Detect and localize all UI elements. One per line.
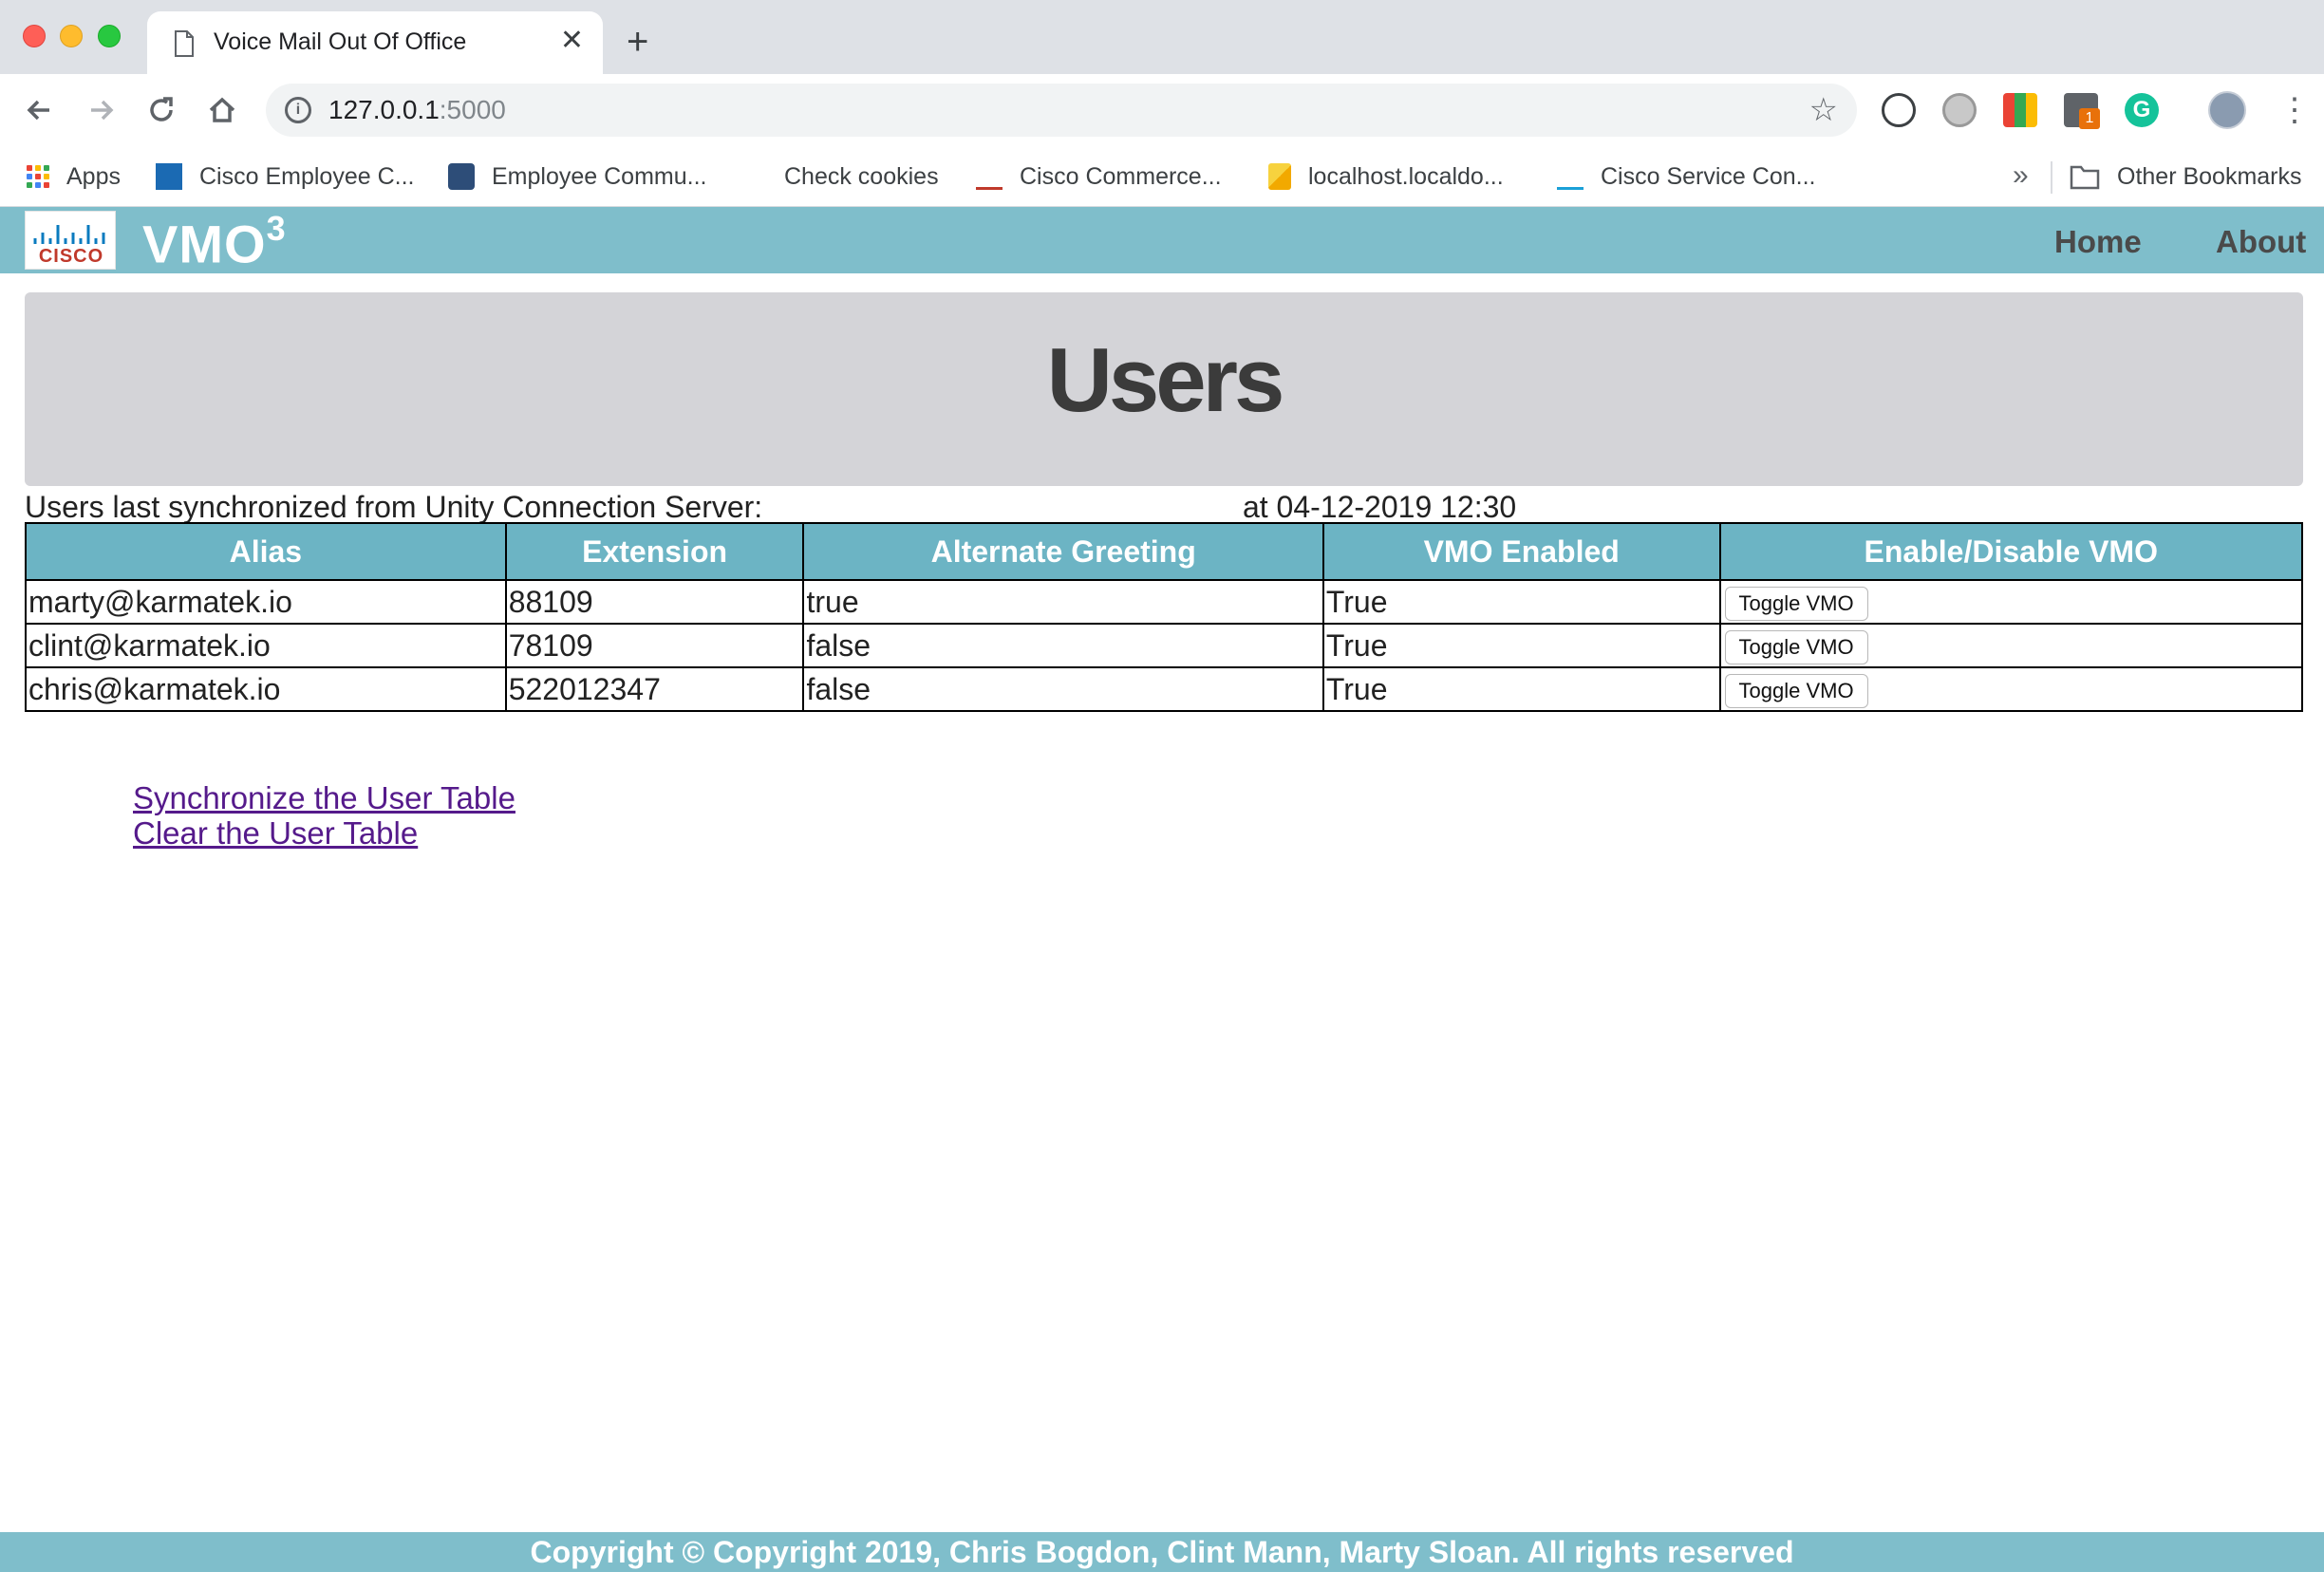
folder-yellow-icon [1268, 163, 1291, 190]
sync-status-time: at 04-12-2019 12:30 [1242, 490, 1517, 524]
cell-alternate-greeting: false [802, 623, 1324, 668]
cell-vmo-enabled: True [1321, 623, 1721, 668]
house-icon [448, 163, 475, 190]
site-info-icon[interactable]: i [285, 97, 311, 123]
toggle-vmo-button[interactable]: Toggle VMO [1724, 674, 1868, 708]
bookmark-employee-commu[interactable]: Employee Commu... [448, 159, 706, 194]
toggle-vmo-button[interactable]: Toggle VMO [1724, 587, 1868, 621]
extension-grey-icon[interactable] [1942, 93, 1977, 127]
cell-action: Toggle VMO [1718, 623, 2303, 668]
bookmark-apps[interactable]: Apps [27, 159, 121, 194]
cell-vmo-enabled: True [1321, 579, 1721, 625]
forward-arrow-icon[interactable] [82, 91, 120, 129]
apps-grid-icon [27, 165, 49, 188]
cell-alias: chris@karmatek.io [25, 666, 507, 712]
browser-menu-icon[interactable]: ⋮ [2278, 91, 2311, 129]
extension-badge: 1 [2079, 108, 2100, 129]
nav-home-link[interactable]: Home [2054, 224, 2142, 260]
nav-about-link[interactable]: About [2216, 224, 2306, 260]
bookmark-cisco-employee[interactable]: Cisco Employee C... [156, 159, 414, 194]
home-icon[interactable] [203, 91, 241, 129]
cell-action: Toggle VMO [1718, 666, 2303, 712]
tab-strip: Voice Mail Out Of Office ✕ + [0, 0, 2324, 74]
sync-status: Users last synchronized from Unity Conne… [25, 490, 1516, 525]
cell-alternate-greeting: false [802, 666, 1324, 712]
column-header-alias: Alias [25, 522, 507, 581]
table-header-row: Alias Extension Alternate Greeting VMO E… [25, 522, 2303, 581]
page-icon [175, 30, 194, 57]
bookmark-cisco-service[interactable]: Cisco Service Con... [1557, 159, 1815, 194]
cisco-logo-text: CISCO [38, 246, 104, 267]
cisco-blue-icon [1557, 163, 1584, 190]
bookmark-check-cookies[interactable]: Check cookies [740, 159, 939, 194]
cell-extension: 522012347 [504, 666, 805, 712]
bookmarks-divider [2051, 161, 2052, 194]
clear-table-link[interactable]: Clear the User Table [133, 815, 515, 851]
cell-extension: 88109 [504, 579, 805, 625]
cisco-logo[interactable]: CISCO [25, 211, 116, 270]
window-minimize-button[interactable] [60, 25, 83, 47]
table-row: clint@karmatek.io 78109 false True Toggl… [25, 623, 2303, 668]
column-header-vmo-enabled: VMO Enabled [1321, 522, 1721, 581]
cell-extension: 78109 [504, 623, 805, 668]
cisco-red-icon [976, 163, 1003, 190]
cell-alias: clint@karmatek.io [25, 623, 507, 668]
toggle-vmo-button[interactable]: Toggle VMO [1724, 630, 1868, 664]
bookmark-cisco-commerce[interactable]: Cisco Commerce... [976, 159, 1222, 194]
bookmarks-bar: Apps Cisco Employee C... Employee Commu.… [0, 146, 2324, 207]
bookmark-star-icon[interactable]: ☆ [1809, 91, 1838, 129]
page-title: Users [1046, 329, 1285, 431]
bookmark-other-bookmarks[interactable]: Other Bookmarks [2070, 159, 2302, 194]
more-bookmarks-chevron-icon[interactable]: » [2013, 159, 2029, 192]
page-header-jumbotron: Users [25, 292, 2303, 486]
active-tab[interactable]: Voice Mail Out Of Office ✕ [147, 11, 603, 74]
reload-icon[interactable] [142, 91, 180, 129]
tab-close-icon[interactable]: ✕ [560, 27, 584, 55]
brand-title[interactable]: VMO3 [142, 209, 287, 275]
cell-alternate-greeting: true [802, 579, 1324, 625]
column-header-alternate-greeting: Alternate Greeting [802, 522, 1324, 581]
page-footer: Copyright © Copyright 2019, Chris Bogdon… [0, 1532, 2324, 1572]
synchronize-table-link[interactable]: Synchronize the User Table [133, 780, 515, 815]
table-actions: Synchronize the User Table Clear the Use… [133, 780, 515, 851]
column-header-enable-disable: Enable/Disable VMO [1718, 522, 2303, 581]
tab-title: Voice Mail Out Of Office [214, 28, 467, 55]
table-row: marty@karmatek.io 88109 true True Toggle… [25, 579, 2303, 625]
sync-status-prefix: Users last synchronized from Unity Conne… [25, 490, 763, 524]
bookmark-localhost[interactable]: localhost.localdo... [1268, 159, 1504, 194]
amk-mcs-icon [740, 163, 767, 190]
cell-alias: marty@karmatek.io [25, 579, 507, 625]
cell-vmo-enabled: True [1321, 666, 1721, 712]
address-bar[interactable]: i 127.0.0.1:5000 ☆ [266, 84, 1857, 137]
back-arrow-icon[interactable] [21, 91, 59, 129]
puzzle-extension-icon[interactable]: 1 [2064, 93, 2100, 129]
site-navbar: CISCO VMO3 Home About [0, 207, 2324, 275]
window-close-button[interactable] [23, 25, 46, 47]
download-extension-icon[interactable] [2003, 93, 2037, 127]
password-extension-icon[interactable] [1882, 93, 1916, 127]
profile-avatar[interactable] [2208, 91, 2246, 129]
users-table: Alias Extension Alternate Greeting VMO E… [25, 522, 2303, 712]
new-tab-button[interactable]: + [627, 23, 648, 61]
folder-icon [2070, 165, 2100, 190]
column-header-extension: Extension [504, 522, 805, 581]
url-text: 127.0.0.1:5000 [328, 95, 506, 124]
cec-icon [156, 163, 182, 190]
window-zoom-button[interactable] [98, 25, 121, 47]
cell-action: Toggle VMO [1718, 579, 2303, 625]
browser-toolbar: i 127.0.0.1:5000 ☆ 1 G ⋮ [0, 74, 2324, 146]
grammarly-icon[interactable]: G [2125, 93, 2159, 127]
table-row: chris@karmatek.io 522012347 false True T… [25, 666, 2303, 712]
